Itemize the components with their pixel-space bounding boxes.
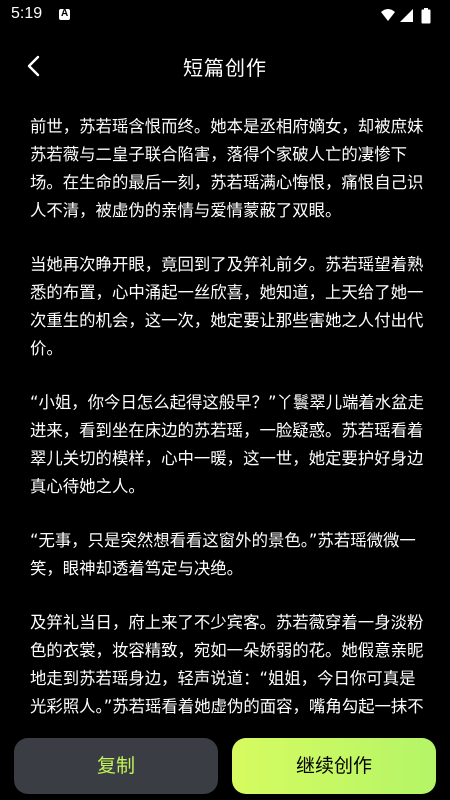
story-content[interactable]: 前世，苏若瑶含恨而终。她本是丞相府嫡女，却被庶妹苏若薇与二皇子联合陷害，落得个家… xyxy=(30,113,424,725)
story-paragraph: 及笄礼当日，府上来了不少宾客。苏若薇穿着一身淡粉色的衣裳，妆容精致，宛如一朵娇弱… xyxy=(30,613,424,716)
copy-button[interactable]: 复制 xyxy=(14,738,218,794)
continue-writing-button[interactable]: 继续创作 xyxy=(232,738,436,794)
page-title: 短篇创作 xyxy=(183,56,267,80)
battery-icon xyxy=(421,8,431,24)
story-paragraph: “无事，只是突然想看看这窗外的景色。”苏若瑶微微一笑，眼神却透着笃定与决绝。 xyxy=(30,531,416,578)
story-paragraph: “小姐，你今日怎么起得这般早？”丫鬟翠儿端着水盆走进来，看到坐在床边的苏若瑶，一… xyxy=(30,393,424,496)
wifi-icon xyxy=(381,9,395,21)
status-time: 5:19 xyxy=(11,5,43,22)
status-bar: 5:19 xyxy=(0,0,450,34)
android-a-icon xyxy=(59,8,70,20)
story-paragraph: 前世，苏若瑶含恨而终。她本是丞相府嫡女，却被庶妹苏若薇与二皇子联合陷害，落得个家… xyxy=(30,117,424,220)
signal-icon xyxy=(400,9,413,22)
bottom-action-bar: 复制 继续创作 xyxy=(0,726,450,800)
story-paragraph: 当她再次睁开眼，竟回到了及笄礼前夕。苏若瑶望着熟悉的布置，心中涌起一丝欣喜，她知… xyxy=(30,255,424,358)
status-icons xyxy=(380,7,438,25)
header: 短篇创作 xyxy=(0,40,450,92)
